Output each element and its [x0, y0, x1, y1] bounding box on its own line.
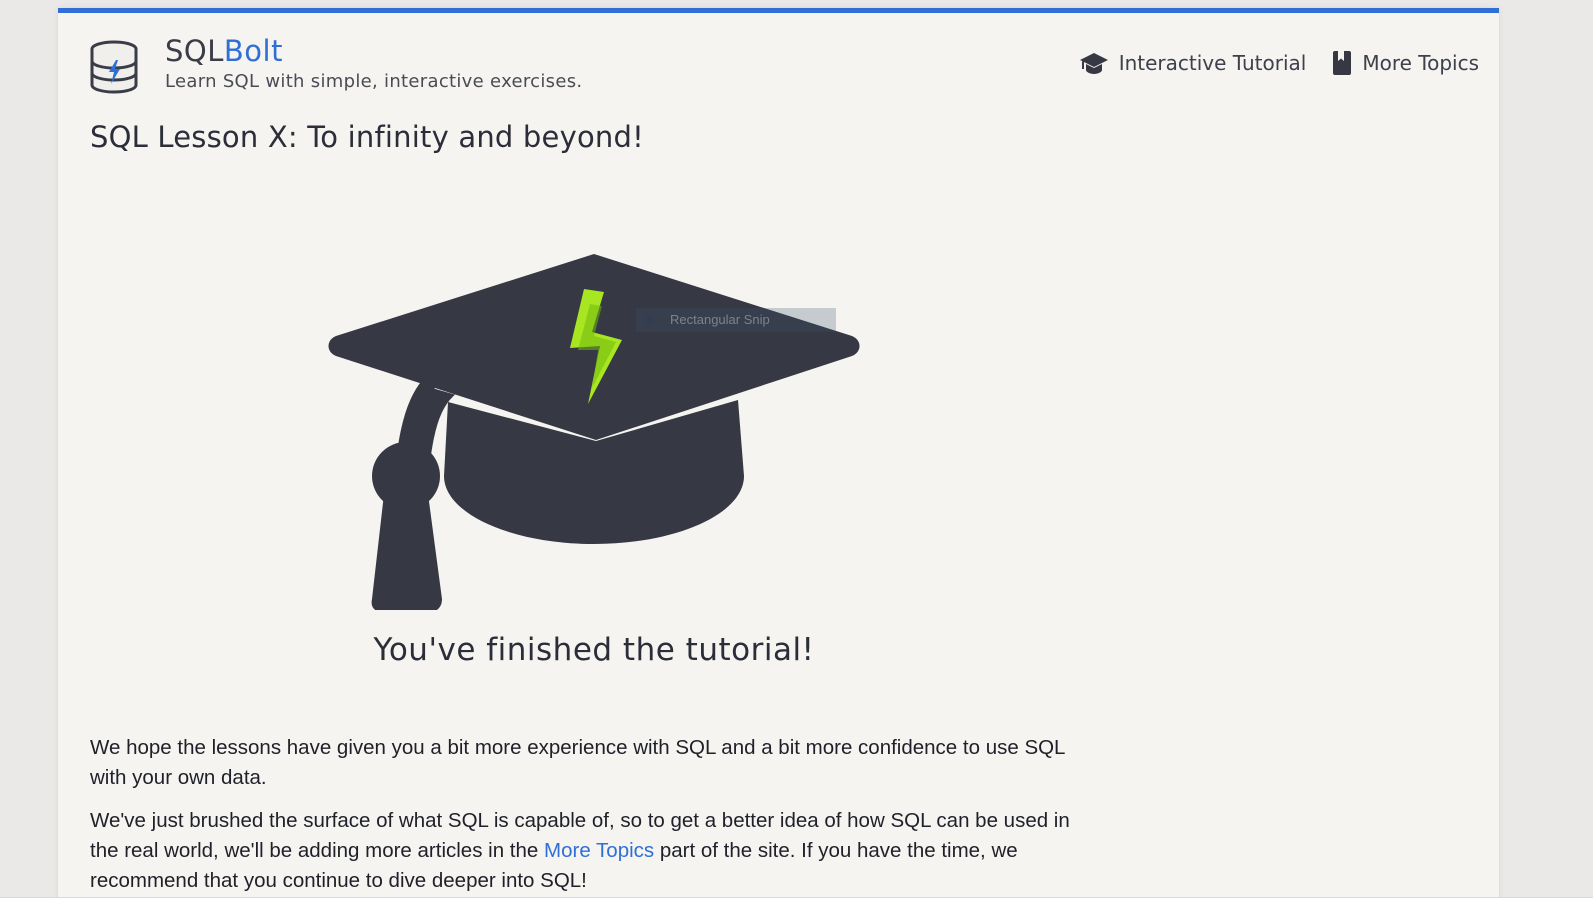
- brand-bolt: Bolt: [223, 34, 283, 68]
- database-icon[interactable]: [89, 40, 139, 94]
- finished-heading: You've finished the tutorial!: [373, 632, 815, 668]
- tagline: Learn SQL with simple, interactive exerc…: [165, 71, 583, 92]
- bottom-strip: [0, 897, 1593, 916]
- graduation-cap-illustration: [328, 254, 860, 610]
- nav-more-topics[interactable]: More Topics: [1332, 50, 1479, 76]
- paragraph-2: We've just brushed the surface of what S…: [90, 806, 1100, 896]
- page-container: SQLBolt Learn SQL with simple, interacti…: [58, 8, 1499, 915]
- lesson-title: SQL Lesson X: To infinity and beyond!: [90, 120, 644, 154]
- brand-logo-text[interactable]: SQLBolt: [165, 34, 283, 68]
- nav-interactive-tutorial-label: Interactive Tutorial: [1118, 51, 1307, 75]
- more-topics-link[interactable]: More Topics: [544, 839, 654, 862]
- nav-interactive-tutorial[interactable]: Interactive Tutorial: [1079, 51, 1307, 75]
- paragraph-1: We hope the lessons have given you a bit…: [90, 736, 1065, 789]
- top-nav: Interactive Tutorial More Topics: [1079, 50, 1479, 76]
- book-icon: [1333, 51, 1352, 75]
- brand-sql: SQL: [165, 34, 224, 68]
- snip-dot-icon: [646, 316, 654, 324]
- nav-more-topics-label: More Topics: [1362, 51, 1479, 75]
- graduation-cap-icon: [1079, 53, 1108, 74]
- rectangular-snip-overlay: Rectangular Snip: [636, 308, 836, 332]
- top-accent-bar: [58, 8, 1499, 13]
